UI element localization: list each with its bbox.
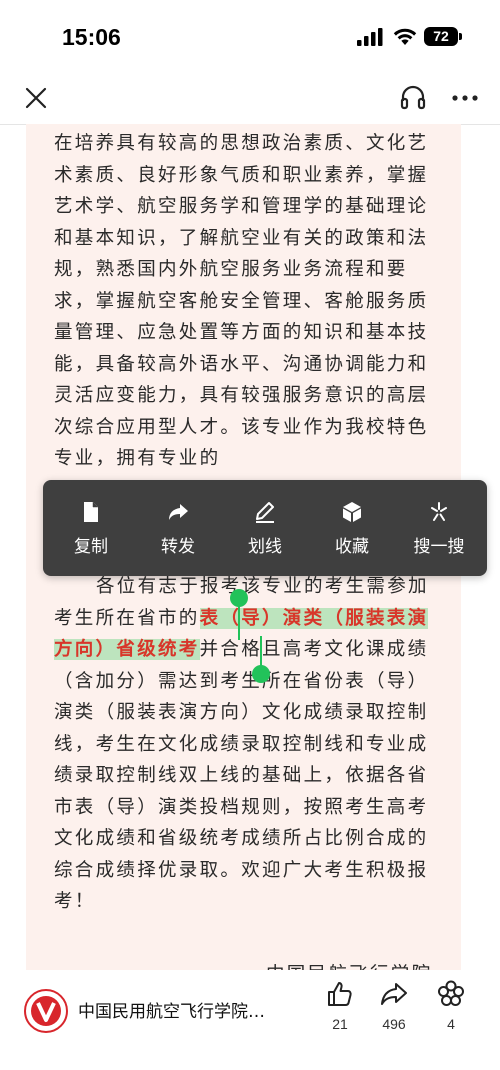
selection-start-handle[interactable] bbox=[230, 589, 248, 607]
share-arrow-icon bbox=[169, 504, 188, 520]
source-account-name[interactable]: 中国民用航空飞行学院… bbox=[78, 997, 288, 1022]
wow-button[interactable]: 4 bbox=[426, 980, 476, 1032]
battery-indicator: 72 bbox=[424, 27, 458, 46]
bottom-bar: 中国民用航空飞行学院… 21 496 4 bbox=[0, 970, 500, 1070]
menu-copy-button[interactable]: 复制 bbox=[47, 480, 135, 576]
more-icon[interactable] bbox=[450, 84, 480, 112]
pen-underline-icon bbox=[256, 502, 274, 523]
menu-search-button[interactable]: 搜一搜 bbox=[395, 480, 483, 576]
close-icon[interactable] bbox=[22, 84, 50, 112]
source-logo[interactable] bbox=[24, 989, 68, 1033]
menu-label: 复制 bbox=[74, 537, 108, 557]
share-count: 496 bbox=[382, 1016, 406, 1032]
headphones-icon[interactable] bbox=[399, 83, 427, 111]
share-arrow-icon bbox=[381, 983, 407, 1005]
article-paragraph-2: 各位有志于报考该专业的考生需参加考生所在省市的表（导）演类（服装表演方向）省级统… bbox=[26, 571, 461, 918]
cellular-signal-icon bbox=[357, 28, 383, 46]
menu-label: 收藏 bbox=[335, 537, 369, 557]
like-button[interactable]: 21 bbox=[315, 980, 365, 1032]
wifi-icon bbox=[393, 28, 417, 45]
cube-icon bbox=[343, 502, 361, 522]
wow-count: 4 bbox=[447, 1016, 455, 1032]
menu-underline-button[interactable]: 划线 bbox=[221, 480, 309, 576]
menu-label: 转发 bbox=[161, 537, 195, 557]
flower-icon bbox=[438, 980, 464, 1006]
article-paragraph-1: 在培养具有较高的思想政治素质、文化艺术素质、良好形象气质和职业素养，掌握艺术学、… bbox=[54, 133, 429, 469]
status-time: 15:06 bbox=[62, 24, 121, 50]
menu-label: 划线 bbox=[248, 537, 282, 557]
like-count: 21 bbox=[332, 1016, 348, 1032]
battery-tip bbox=[459, 33, 462, 40]
selection-end-handle[interactable] bbox=[252, 665, 270, 683]
text-selection-menu: 复制 转发 划线 收藏 搜一搜 bbox=[43, 480, 487, 576]
sparkle-icon bbox=[431, 502, 447, 521]
signature-line: 中国民航飞行学院 bbox=[266, 960, 432, 970]
menu-favorite-button[interactable]: 收藏 bbox=[308, 480, 396, 576]
nav-bar bbox=[0, 70, 500, 125]
menu-label: 搜一搜 bbox=[413, 537, 465, 557]
status-bar: 15:06 72 bbox=[0, 0, 500, 70]
document-icon bbox=[84, 502, 98, 522]
share-button[interactable]: 496 bbox=[369, 980, 419, 1032]
menu-forward-button[interactable]: 转发 bbox=[134, 480, 222, 576]
selection-start-line bbox=[238, 604, 240, 640]
paragraph-text: 并合格且高考文化课成绩（含加分）需达到考生所在省份表（导）演类（服装表演方向）文… bbox=[54, 639, 429, 912]
thumbs-up-icon bbox=[328, 982, 352, 1006]
